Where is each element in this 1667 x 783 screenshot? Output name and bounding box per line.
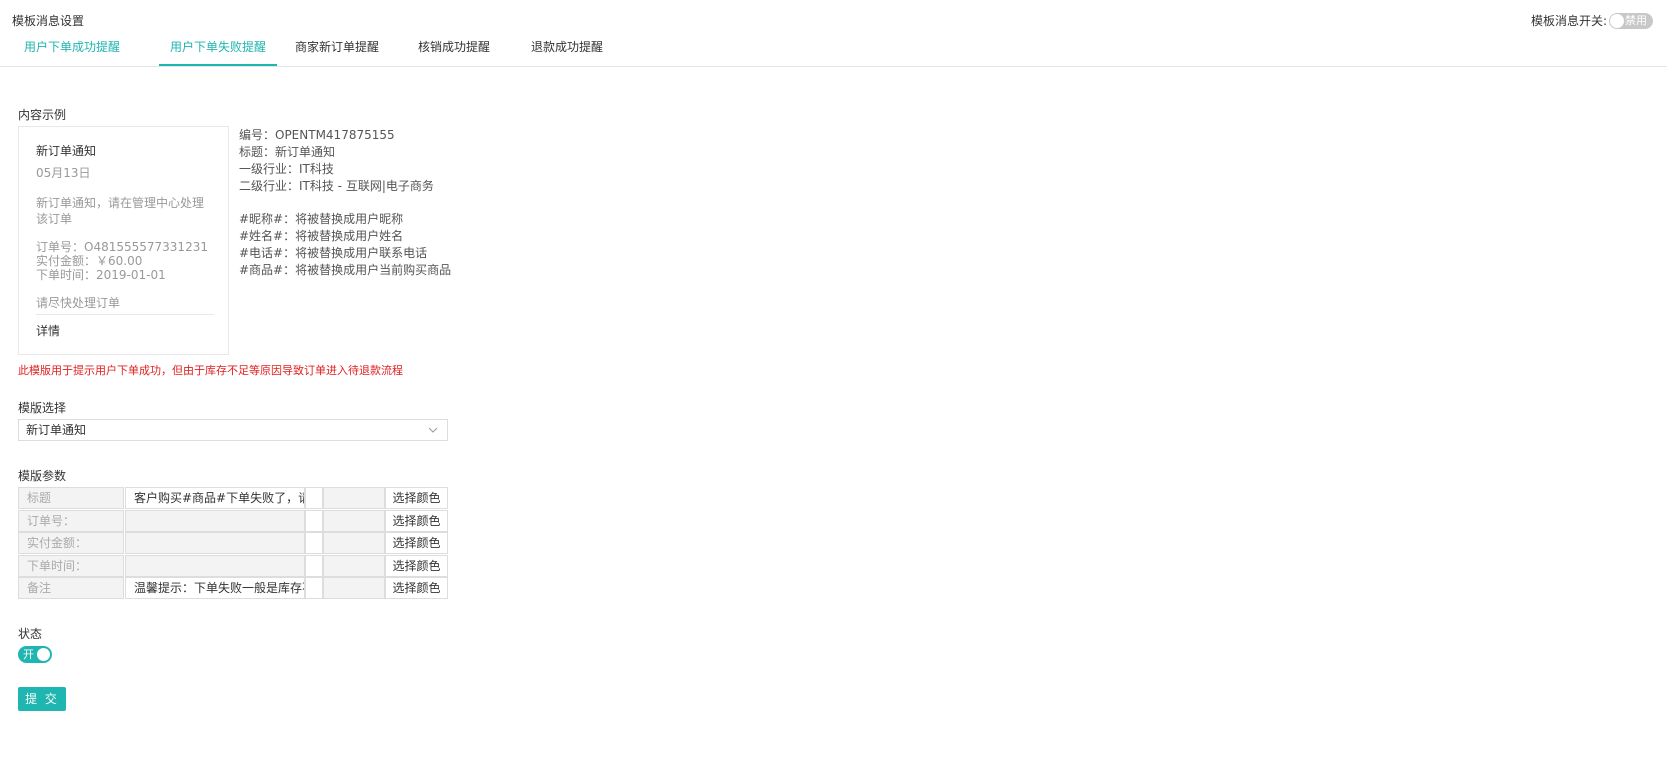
tab-verification-success[interactable]: 核销成功提醒 (418, 34, 490, 66)
template-title: 标题：新订单通知 (239, 145, 336, 159)
color-swatch (305, 510, 323, 532)
preview-order-no: 订单号：O481555577331231 (36, 240, 208, 254)
color-value-input[interactable] (323, 487, 385, 509)
preview-date: 05月13日 (36, 166, 91, 180)
template-select-label: 模版选择 (18, 401, 67, 415)
color-value-input[interactable] (323, 510, 385, 532)
toggle-state-label: 禁用 (1625, 13, 1647, 27)
param-label: 订单号： (18, 510, 124, 532)
color-value-input[interactable] (323, 555, 385, 577)
preview-title: 新订单通知 (36, 144, 97, 158)
template-select[interactable]: 新订单通知 (18, 419, 448, 441)
example-section-label: 内容示例 (18, 108, 67, 122)
placeholder-product: #商品#：将被替换成用户当前购买商品 (239, 263, 452, 277)
template-select-value: 新订单通知 (26, 423, 87, 437)
tab-order-failed[interactable]: 用户下单失败提醒 (159, 34, 278, 66)
choose-color-button[interactable]: 选择颜色 (385, 487, 448, 509)
param-value-input[interactable]: 客户购买#商品#下单失败了，请及时处理 (125, 487, 305, 509)
choose-color-button[interactable]: 选择颜色 (385, 532, 448, 554)
tab-refund-success[interactable]: 退款成功提醒 (531, 34, 603, 66)
placeholder-name: #姓名#：将被替换成用户姓名 (239, 229, 404, 243)
tab-bar: 用户下单成功提醒 用户下单失败提醒 商家新订单提醒 核销成功提醒 退款成功提醒 (12, 34, 1667, 66)
toggle-knob (37, 648, 50, 661)
preview-note: 请尽快处理订单 (36, 296, 121, 310)
preview-separator (36, 314, 214, 315)
param-label: 实付金额： (18, 532, 124, 554)
primary-industry: 一级行业：IT科技 (239, 162, 334, 176)
param-value-input[interactable] (125, 532, 305, 554)
choose-color-button[interactable]: 选择颜色 (385, 510, 448, 532)
tab-merchant-new-order[interactable]: 商家新订单提醒 (295, 34, 379, 66)
placeholder-nickname: #昵称#：将被替换成用户昵称 (239, 212, 404, 226)
page-title: 模板消息设置 (12, 14, 85, 28)
template-message-toggle[interactable]: 禁用 (1609, 12, 1653, 29)
preview-detail-link: 详情 (36, 324, 61, 338)
template-warning: 此模版用于提示用户下单成功，但由于库存不足等原因导致订单进入待退款流程 (18, 364, 403, 377)
color-swatch (305, 555, 323, 577)
param-value-input[interactable]: 温馨提示：下单失败一般是库存不足 (125, 577, 305, 599)
template-message-switch: 模板消息开关: 禁用 (1531, 12, 1653, 29)
param-value-input[interactable] (125, 555, 305, 577)
color-value-input[interactable] (323, 577, 385, 599)
choose-color-button[interactable]: 选择颜色 (385, 577, 448, 599)
status-label: 状态 (18, 627, 43, 641)
tab-order-success[interactable]: 用户下单成功提醒 (24, 34, 120, 66)
choose-color-button[interactable]: 选择颜色 (385, 555, 448, 577)
param-label: 备注 (18, 577, 124, 599)
color-swatch (305, 532, 323, 554)
color-swatch (305, 577, 323, 599)
switch-label: 模板消息开关: (1530, 14, 1607, 28)
status-toggle-label: 开 (23, 648, 34, 661)
template-params-label: 模版参数 (18, 469, 67, 483)
param-value-input[interactable] (125, 510, 305, 532)
param-label: 下单时间： (18, 555, 124, 577)
placeholder-phone: #电话#：将被替换成用户联系电话 (239, 246, 428, 260)
preview-time: 下单时间：2019-01-01 (36, 268, 166, 282)
secondary-industry: 二级行业：IT科技 - 互联网|电子商务 (239, 179, 434, 193)
color-swatch (305, 487, 323, 509)
chevron-down-icon (428, 427, 438, 433)
template-id: 编号：OPENTM417875155 (239, 128, 395, 142)
message-preview-card: 新订单通知 05月13日 新订单通知，请在管理中心处理该订单 订单号：O4815… (18, 126, 229, 355)
color-value-input[interactable] (323, 532, 385, 554)
param-label: 标题 (18, 487, 124, 509)
preview-body: 新订单通知，请在管理中心处理该订单 (36, 196, 205, 226)
submit-button[interactable]: 提 交 (18, 687, 66, 711)
toggle-knob (1610, 13, 1624, 28)
status-toggle[interactable]: 开 (18, 646, 52, 663)
tab-divider (0, 66, 1667, 67)
preview-amount: 实付金额：￥60.00 (36, 254, 143, 268)
